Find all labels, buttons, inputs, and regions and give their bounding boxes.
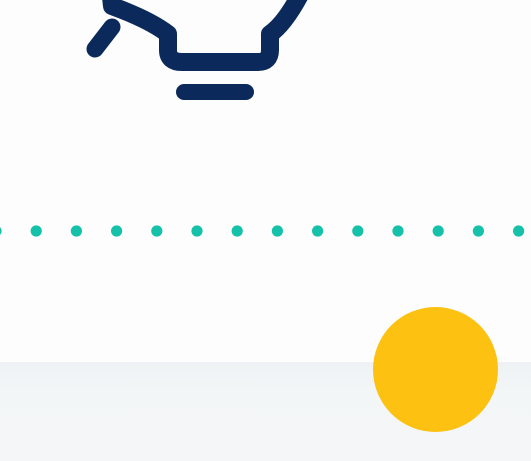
divider-dot [191, 225, 203, 237]
divider-dot [472, 225, 484, 237]
divider-dot [513, 225, 525, 237]
divider-dot [0, 227, 2, 235]
divider-dot [231, 225, 243, 237]
divider-dot [30, 225, 42, 237]
divider-dot [111, 225, 123, 237]
divider-dot [392, 225, 404, 237]
divider-dot [312, 225, 324, 237]
divider-dot [70, 225, 82, 237]
yellow-circle [373, 307, 498, 432]
divider-dot [432, 225, 444, 237]
divider-dot [271, 225, 283, 237]
divider-dot [352, 225, 364, 237]
divider-dot [151, 225, 163, 237]
illustration-scene [0, 0, 531, 461]
